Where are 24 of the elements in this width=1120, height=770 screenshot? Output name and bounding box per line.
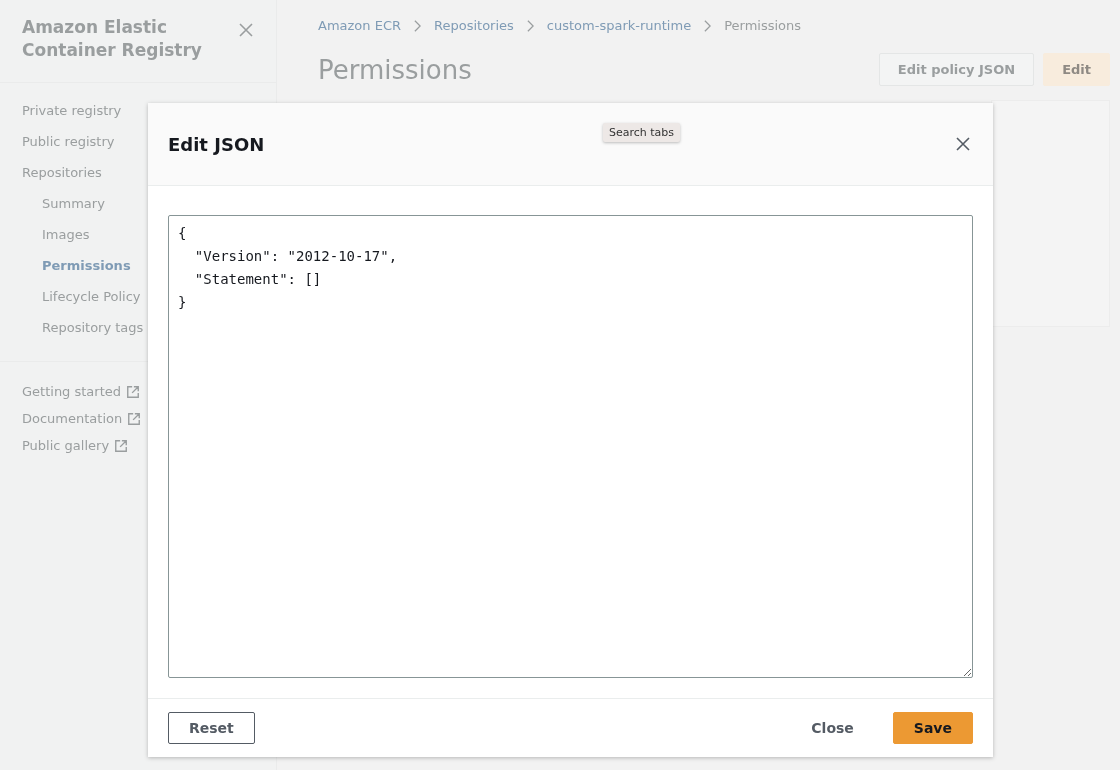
- external-link-icon: [114, 438, 129, 453]
- breadcrumb[interactable]: custom-spark-runtime: [546, 18, 692, 33]
- sidebar-title: Amazon Elastic Container Registry: [22, 16, 203, 62]
- modal-title: Edit JSON: [168, 133, 265, 155]
- close-icon[interactable]: [955, 136, 971, 152]
- close-button[interactable]: Close: [790, 712, 875, 744]
- page-button[interactable]: Edit policy JSON: [878, 53, 1035, 86]
- external-link[interactable]: Getting started: [22, 384, 122, 399]
- external-link[interactable]: Documentation: [22, 411, 123, 426]
- external-link[interactable]: Public gallery: [22, 438, 110, 453]
- chevron-icon: [703, 18, 713, 33]
- breadcrumb[interactable]: Amazon ECR: [318, 18, 401, 33]
- external-link-icon: [127, 411, 142, 426]
- reset-button[interactable]: Reset: [168, 712, 255, 744]
- breadcrumb: Permissions: [724, 18, 802, 33]
- json-editor[interactable]: { "Version": "2012-10-17", "Statement": [] }: [168, 215, 973, 678]
- chevron-icon: [413, 18, 422, 33]
- page-title: Permissions: [318, 54, 472, 85]
- save-button[interactable]: Save: [892, 712, 973, 744]
- page-button[interactable]: Edit: [1043, 53, 1110, 86]
- tooltip: Search tabs: [603, 123, 681, 142]
- chevron-icon: [525, 18, 535, 33]
- breadcrumb[interactable]: Repositories: [434, 18, 514, 33]
- external-link-icon: [126, 384, 141, 399]
